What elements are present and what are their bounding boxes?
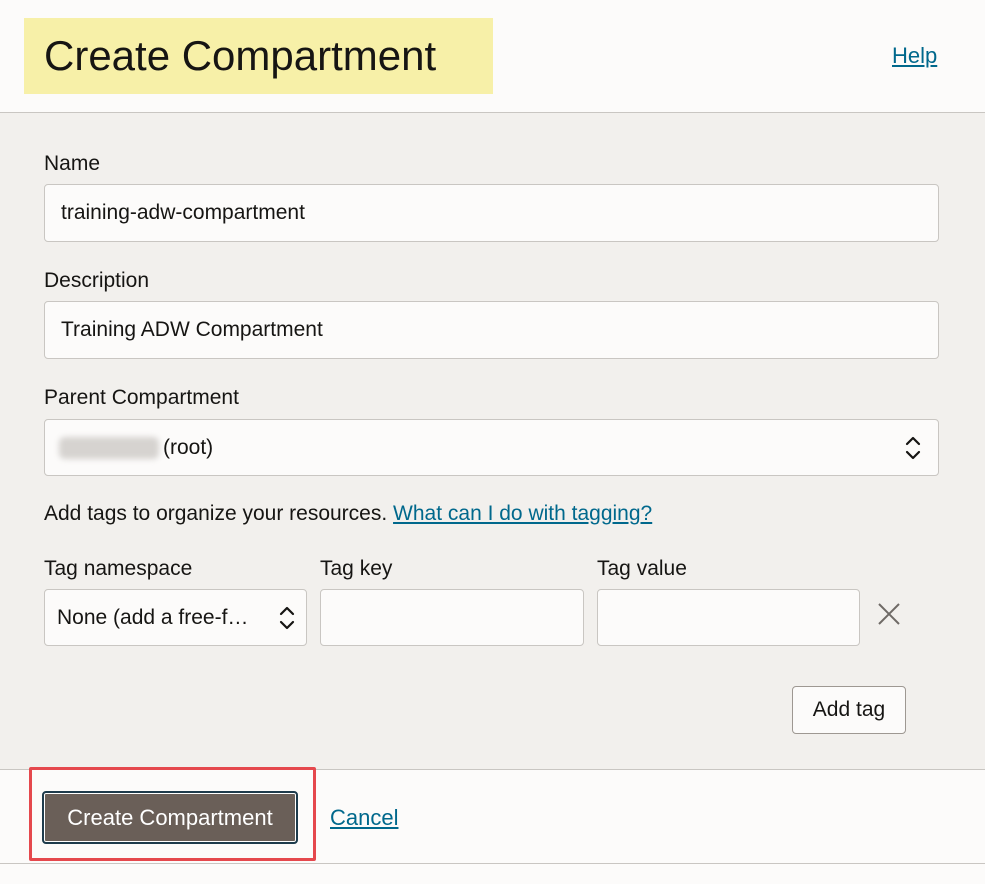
- tag-namespace-value: None (add a free-f…: [57, 605, 249, 629]
- name-input[interactable]: [44, 184, 939, 242]
- cancel-link[interactable]: Cancel: [330, 805, 398, 831]
- title-highlight: Create Compartment: [24, 18, 493, 94]
- tag-namespace-label: Tag namespace: [44, 557, 193, 580]
- tag-key-label: Tag key: [320, 557, 393, 580]
- create-compartment-button[interactable]: Create Compartment: [42, 791, 298, 844]
- tag-value-input[interactable]: [597, 589, 860, 646]
- page-title: Create Compartment: [44, 32, 437, 79]
- add-tag-button[interactable]: Add tag: [792, 686, 906, 734]
- tags-intro-text: Add tags to organize your resources.: [44, 502, 388, 525]
- tag-value-label: Tag value: [597, 557, 687, 580]
- name-label: Name: [44, 152, 101, 175]
- parent-compartment-label: Parent Compartment: [44, 386, 239, 409]
- dialog-header: Create Compartment Help: [0, 0, 985, 113]
- tag-namespace-select[interactable]: None (add a free-f…: [44, 589, 307, 646]
- description-label: Description: [44, 269, 150, 292]
- description-input[interactable]: [44, 301, 939, 359]
- help-link[interactable]: Help: [892, 43, 937, 69]
- chevron-up-down-icon: [905, 436, 921, 460]
- parent-compartment-value: (root): [163, 435, 214, 459]
- parent-compartment-select[interactable]: (root): [44, 419, 939, 476]
- tagging-help-link[interactable]: What can I do with tagging?: [393, 502, 652, 525]
- close-icon[interactable]: [876, 601, 902, 627]
- chevron-up-down-icon: [279, 606, 295, 630]
- tag-key-input[interactable]: [320, 589, 584, 646]
- tags-intro: Add tags to organize your resources. Wha…: [44, 502, 652, 526]
- redacted-tenancy-name: [59, 436, 159, 459]
